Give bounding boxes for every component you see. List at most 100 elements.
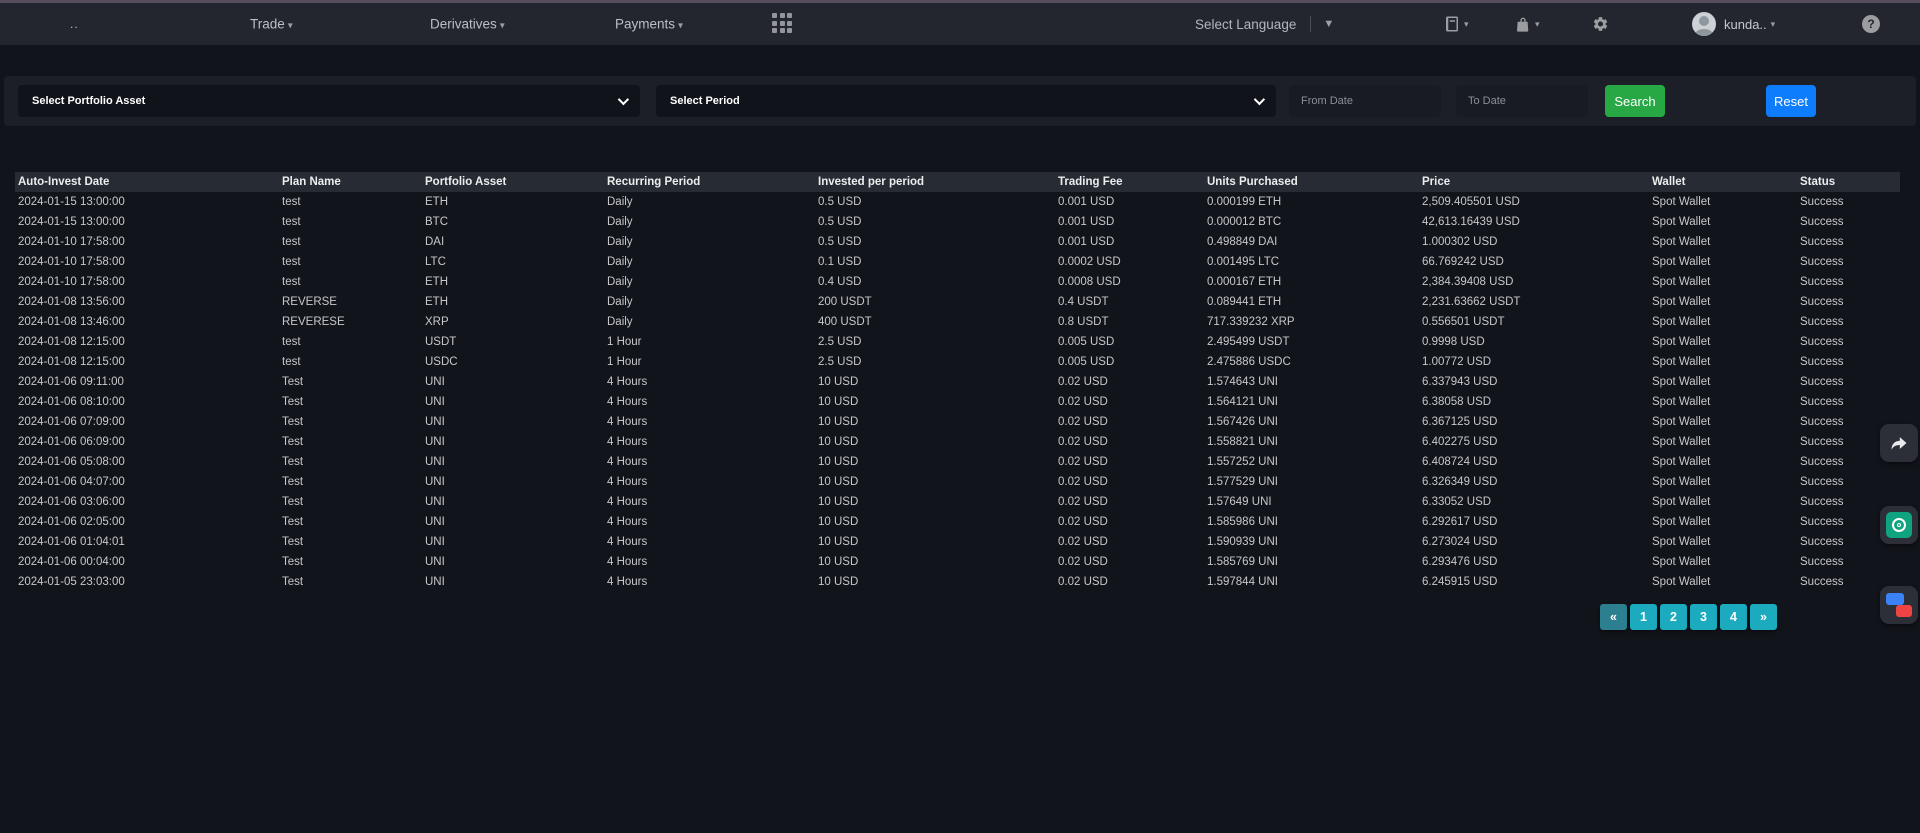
table-cell: Test <box>279 392 422 412</box>
table-row: 2024-01-06 06:09:00TestUNI4 Hours10 USD0… <box>15 432 1900 452</box>
table-cell: 0.02 USD <box>1055 372 1204 392</box>
table-cell: 10 USD <box>815 412 1055 432</box>
chat-widget-button[interactable] <box>1880 586 1918 624</box>
table-cell: 10 USD <box>815 532 1055 552</box>
table-cell: 2,384.39408 USD <box>1419 272 1649 292</box>
table-cell: 2024-01-06 00:04:00 <box>15 552 279 572</box>
table-row: 2024-01-06 03:06:00TestUNI4 Hours10 USD0… <box>15 492 1900 512</box>
share-arrow-icon <box>1889 433 1909 453</box>
table-cell: 0.005 USD <box>1055 352 1204 372</box>
chevron-down-icon: ▾ <box>288 21 293 32</box>
table-cell: Spot Wallet <box>1649 552 1797 572</box>
table-cell: 10 USD <box>815 472 1055 492</box>
table-row: 2024-01-06 09:11:00TestUNI4 Hours10 USD0… <box>15 372 1900 392</box>
table-row: 2024-01-06 01:04:01TestUNI4 Hours10 USD0… <box>15 532 1900 552</box>
apps-grid-icon[interactable] <box>772 13 794 35</box>
table-cell: Daily <box>604 292 815 312</box>
table-cell: Spot Wallet <box>1649 312 1797 332</box>
table-cell: Daily <box>604 272 815 292</box>
table-cell: Success <box>1797 312 1900 332</box>
share-widget-button[interactable] <box>1880 424 1918 462</box>
table-cell: Test <box>279 472 422 492</box>
table-cell: Spot Wallet <box>1649 512 1797 532</box>
nav-item-derivatives[interactable]: Derivatives▾ <box>430 17 505 32</box>
table-cell: 4 Hours <box>604 392 815 412</box>
table-cell: 1.557252 UNI <box>1204 452 1419 472</box>
table-cell: 2024-01-06 06:09:00 <box>15 432 279 452</box>
table-row: 2024-01-15 13:00:00testETHDaily0.5 USD0.… <box>15 192 1900 212</box>
table-cell: Daily <box>604 232 815 252</box>
table-cell: UNI <box>422 492 604 512</box>
pagination-page-button[interactable]: 1 <box>1630 604 1657 630</box>
portfolio-asset-select[interactable]: Select Portfolio Asset <box>18 85 640 117</box>
table-cell: 6.402275 USD <box>1419 432 1649 452</box>
table-cell: Test <box>279 532 422 552</box>
table-cell: 2.5 USD <box>815 352 1055 372</box>
table-cell: Spot Wallet <box>1649 532 1797 552</box>
table-cell: 0.4 USDT <box>1055 292 1204 312</box>
table-cell: DAI <box>422 232 604 252</box>
table-cell: test <box>279 272 422 292</box>
chat-bubbles-icon <box>1886 593 1912 617</box>
nav-item-trade[interactable]: Trade▾ <box>250 17 293 32</box>
table-cell: Daily <box>604 312 815 332</box>
from-date-input[interactable] <box>1289 85 1441 117</box>
period-select[interactable]: Select Period <box>656 85 1276 117</box>
table-cell: 4 Hours <box>604 432 815 452</box>
table-cell: UNI <box>422 532 604 552</box>
table-cell: 0.02 USD <box>1055 452 1204 472</box>
wallet-bag-dropdown[interactable]: ▾ <box>1514 15 1540 33</box>
table-cell: 2.495499 USDT <box>1204 332 1419 352</box>
pagination-page-button[interactable]: 4 <box>1720 604 1747 630</box>
pagination-prev-button[interactable]: « <box>1600 604 1627 630</box>
table-row: 2024-01-06 00:04:00TestUNI4 Hours10 USD0… <box>15 552 1900 572</box>
table-cell: 2024-01-06 01:04:01 <box>15 532 279 552</box>
table-row: 2024-01-10 17:58:00testLTCDaily0.1 USD0.… <box>15 252 1900 272</box>
table-cell: 2024-01-06 07:09:00 <box>15 412 279 432</box>
chevron-down-icon: ▾ <box>1771 19 1776 30</box>
table-cell: 2024-01-06 09:11:00 <box>15 372 279 392</box>
table-cell: 6.408724 USD <box>1419 452 1649 472</box>
to-date-input[interactable] <box>1456 85 1588 117</box>
search-button[interactable]: Search <box>1605 85 1665 117</box>
chevron-down-icon: ▾ <box>500 21 505 32</box>
table-cell: 1.577529 UNI <box>1204 472 1419 492</box>
table-cell: 0.02 USD <box>1055 492 1204 512</box>
table-cell: USDT <box>422 332 604 352</box>
table-cell: UNI <box>422 412 604 432</box>
table-cell: Spot Wallet <box>1649 272 1797 292</box>
table-row: 2024-01-15 13:00:00testBTCDaily0.5 USD0.… <box>15 212 1900 232</box>
table-cell: Success <box>1797 212 1900 232</box>
pagination: « 1234 » <box>1600 604 1777 630</box>
logo[interactable]: .. <box>70 17 79 31</box>
table-row: 2024-01-06 05:08:00TestUNI4 Hours10 USD0… <box>15 452 1900 472</box>
pagination-page-button[interactable]: 2 <box>1660 604 1687 630</box>
table-cell: Test <box>279 552 422 572</box>
user-menu[interactable]: kunda.. ▾ <box>1692 12 1775 36</box>
table-cell: REVERSE <box>279 292 422 312</box>
pagination-next-button[interactable]: » <box>1750 604 1777 630</box>
table-cell: Success <box>1797 232 1900 252</box>
table-cell: 1.597844 UNI <box>1204 572 1419 592</box>
nav-item-payments[interactable]: Payments▾ <box>615 17 683 32</box>
pagination-page-button[interactable]: 3 <box>1690 604 1717 630</box>
table-cell: 2024-01-10 17:58:00 <box>15 232 279 252</box>
table-cell: 0.005 USD <box>1055 332 1204 352</box>
help-icon[interactable]: ? <box>1862 15 1880 33</box>
table-cell: UNI <box>422 392 604 412</box>
table-cell: 4 Hours <box>604 372 815 392</box>
chatgpt-widget-button[interactable] <box>1880 506 1918 544</box>
table-cell: 0.000167 ETH <box>1204 272 1419 292</box>
column-header: Units Purchased <box>1204 172 1419 192</box>
language-selector[interactable]: Select Language ▼ <box>1195 16 1334 32</box>
orders-book-dropdown[interactable]: ▾ <box>1443 15 1469 33</box>
table-row: 2024-01-10 17:58:00testETHDaily0.4 USD0.… <box>15 272 1900 292</box>
table-cell: 6.337943 USD <box>1419 372 1649 392</box>
settings-button[interactable] <box>1592 16 1609 33</box>
chatgpt-icon <box>1886 512 1912 538</box>
table-cell: Test <box>279 512 422 532</box>
reset-button[interactable]: Reset <box>1766 85 1816 117</box>
table-cell: Success <box>1797 332 1900 352</box>
table-cell: 10 USD <box>815 492 1055 512</box>
table-row: 2024-01-06 04:07:00TestUNI4 Hours10 USD0… <box>15 472 1900 492</box>
